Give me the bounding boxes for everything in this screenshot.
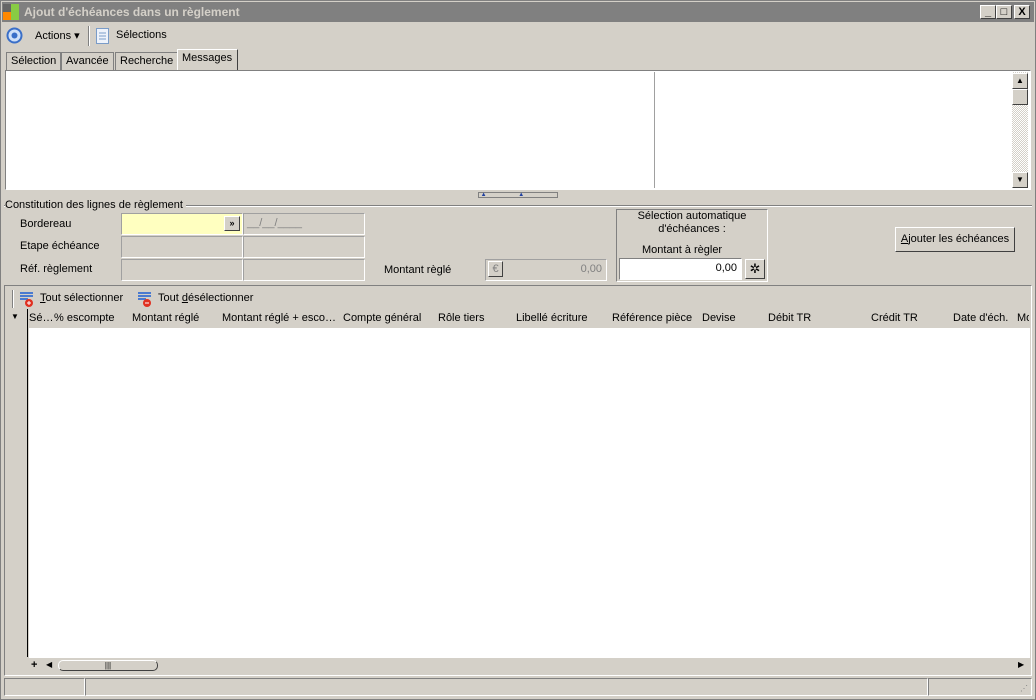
column-header[interactable]: Référence pièce xyxy=(612,312,692,324)
column-header[interactable]: Libellé écriture xyxy=(516,312,588,324)
column-header[interactable]: Débit TR xyxy=(768,312,811,324)
toolbar-separator xyxy=(88,26,90,46)
auto-selection-title-2: d'échéances : xyxy=(658,223,726,235)
column-header[interactable]: Rôle tiers xyxy=(438,312,484,324)
column-header[interactable]: Crédit TR xyxy=(871,312,918,324)
scroll-up-button[interactable]: ▲ xyxy=(1012,73,1028,89)
deselect-all-label: ésélectionner xyxy=(187,292,254,304)
ref-reglement-field-2 xyxy=(243,259,365,281)
group-title: Constitution des lignes de règlement xyxy=(5,199,186,211)
bordereau-label: Bordereau xyxy=(20,218,72,230)
gear-icon[interactable]: ✲ xyxy=(745,259,765,279)
deselect-all-button[interactable]: Tout désélectionner xyxy=(158,292,253,304)
close-button[interactable]: X xyxy=(1014,5,1030,19)
title-bar: Ajout d'échéances dans un règlement xyxy=(2,2,1034,22)
double-chevron-down-icon[interactable]: » xyxy=(224,216,240,231)
dropdown-arrow-icon: ▾ xyxy=(74,30,80,42)
select-all-label: out sélectionner xyxy=(45,292,124,304)
maximize-button[interactable]: □ xyxy=(996,5,1012,19)
scroll-down-button[interactable]: ▼ xyxy=(1012,172,1028,188)
column-menu-arrow-icon[interactable]: ▼ xyxy=(11,312,19,321)
deselect-all-icon xyxy=(138,292,151,307)
scroll-left-icon[interactable]: ◀ xyxy=(46,660,52,669)
document-icon xyxy=(96,28,109,44)
tab-messages[interactable]: Messages xyxy=(177,49,238,70)
column-header[interactable]: Montant réglé xyxy=(132,312,199,324)
etape-field xyxy=(121,236,243,258)
navigation-circle-icon[interactable] xyxy=(6,27,23,44)
messages-panel xyxy=(5,70,1031,190)
status-panel-2 xyxy=(85,678,928,696)
column-header[interactable]: Date d'éch. xyxy=(953,312,1008,324)
deselect-all-label-pre: Tout xyxy=(158,292,182,304)
resize-grip-icon[interactable]: ⋰ xyxy=(1020,684,1028,693)
app-logo-icon xyxy=(3,4,19,20)
column-header[interactable]: Sé… xyxy=(29,312,53,324)
tab-avancee[interactable]: Avancée xyxy=(61,52,114,70)
minimize-button[interactable]: _ xyxy=(980,5,996,19)
panel-splitter-handle[interactable]: ▲ ▲ xyxy=(478,192,558,198)
selections-button[interactable]: Sélections xyxy=(116,29,167,41)
grid-toolbar-separator xyxy=(12,290,14,308)
column-header[interactable]: Compte général xyxy=(343,312,421,324)
etape-label: Etape échéance xyxy=(20,240,100,252)
status-panel-3 xyxy=(928,678,1032,696)
row-header-column xyxy=(6,309,28,657)
horizontal-scroll-thumb[interactable]: ||| xyxy=(58,660,158,671)
ajouter-label: jouter les échéances xyxy=(908,233,1010,245)
ajouter-echeances-button[interactable]: Ajouter les échéances xyxy=(895,227,1015,252)
ref-reglement-field xyxy=(121,259,243,281)
select-all-button[interactable]: Tout sélectionner xyxy=(40,292,123,304)
select-all-icon xyxy=(20,292,33,307)
column-header[interactable]: Devise xyxy=(702,312,736,324)
actions-menu[interactable]: Actions ▾ xyxy=(35,29,80,42)
scroll-thumb[interactable] xyxy=(1012,89,1028,105)
tab-selection[interactable]: Sélection xyxy=(6,52,62,70)
status-panel-1 xyxy=(4,678,85,696)
montant-regle-field: 0,00 xyxy=(485,259,607,281)
montant-a-regler-label: Montant à règler xyxy=(642,244,723,256)
grid-body[interactable] xyxy=(29,328,1030,658)
messages-splitter[interactable] xyxy=(654,72,655,188)
column-header[interactable]: Montant réglé + esco… xyxy=(222,312,336,324)
tab-recherche[interactable]: Recherche xyxy=(115,52,179,70)
actions-label: Actions xyxy=(35,30,72,42)
bordereau-date-field: __/__/____ xyxy=(243,213,365,235)
montant-a-regler-input[interactable]: 0,00 xyxy=(619,258,742,280)
montant-regle-label: Montant règlé xyxy=(384,264,452,276)
etape-field-2 xyxy=(243,236,365,258)
auto-selection-title-1: Sélection automatique xyxy=(637,210,747,222)
column-header[interactable]: % escompte xyxy=(54,312,115,324)
ref-reglement-label: Réf. règlement xyxy=(20,263,93,275)
scroll-right-icon[interactable]: ▶ xyxy=(1018,660,1024,669)
euro-icon: € xyxy=(488,261,503,277)
add-row-button[interactable]: + xyxy=(31,659,37,671)
column-header[interactable]: Mo xyxy=(1017,312,1029,324)
horizontal-scrollbar[interactable] xyxy=(44,658,1029,673)
window-title: Ajout d'échéances dans un règlement xyxy=(24,5,240,19)
